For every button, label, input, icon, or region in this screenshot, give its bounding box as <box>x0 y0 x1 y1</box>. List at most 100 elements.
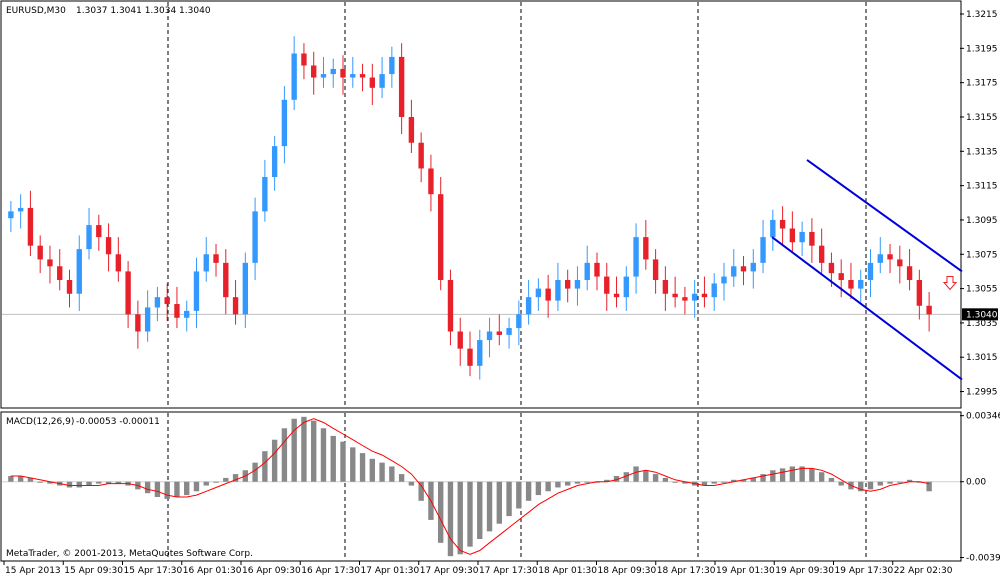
candle-body <box>8 211 14 219</box>
time-tick-label: 17 Apr 17:30 <box>479 566 538 576</box>
chart-canvas[interactable]: 1.3215 1.3195 1.3175 1.3155 1.3135 1.3115 1.30… <box>0 0 1000 576</box>
macd-bar <box>271 439 278 482</box>
price-tick-label: 1.3135 <box>966 147 998 157</box>
candle-body <box>564 280 571 289</box>
candle-body <box>17 207 24 212</box>
candle-body <box>291 53 297 100</box>
macd-bar <box>809 468 815 482</box>
price-tick-label: 1.3015 <box>966 353 998 363</box>
time-tick-label: 16 Apr 17:30 <box>301 566 360 576</box>
candle-body <box>418 142 424 169</box>
candle-body <box>203 254 209 272</box>
macd-bar <box>887 481 893 484</box>
candle-body <box>125 271 131 315</box>
candle-body <box>76 249 82 294</box>
candle-body <box>740 266 747 272</box>
price-tick-label: 1.3035 <box>966 319 998 329</box>
macd-bar <box>164 481 170 499</box>
candle-body <box>242 262 249 315</box>
candle-body <box>438 194 444 281</box>
time-tick-label: 19 Apr 17:30 <box>835 566 894 576</box>
candle-body <box>731 266 737 277</box>
macd-bar <box>818 472 825 482</box>
candle-body <box>691 293 698 301</box>
candle-body <box>135 314 141 332</box>
macd-bar <box>662 477 669 482</box>
macd-bar <box>535 481 542 496</box>
macd-bar <box>897 481 903 483</box>
candle-body <box>877 254 883 263</box>
macd-tick-label: -0.00397 <box>966 554 1000 564</box>
candle-body <box>574 280 581 289</box>
macd-bar <box>213 481 219 483</box>
price-tick-label: 1.3055 <box>966 285 998 295</box>
macd-bar <box>467 481 473 547</box>
time-tick-label: 15 Apr 2013 <box>5 566 61 576</box>
macd-bar <box>525 481 532 501</box>
macd-bar <box>652 474 659 482</box>
macd-bar <box>174 481 180 497</box>
candle-body <box>701 293 708 298</box>
price-tick-label: 1.3155 <box>966 113 998 123</box>
macd-bar <box>711 481 717 484</box>
copyright-notice: MetaTrader, © 2001-2013, MetaQuotes Soft… <box>6 549 253 559</box>
macd-bar <box>301 416 307 482</box>
macd-bar <box>262 451 268 482</box>
macd-bar <box>66 481 73 488</box>
candle-body <box>535 288 542 298</box>
candle-body <box>818 245 825 263</box>
candle-body <box>477 340 483 366</box>
macd-bar <box>389 466 395 482</box>
candle-body <box>213 254 219 263</box>
candle-body <box>516 314 522 329</box>
candle-body <box>486 331 493 341</box>
candle-body <box>545 288 551 301</box>
macd-bar <box>779 468 786 482</box>
macd-bar <box>633 466 639 482</box>
price-tick-label: 1.3115 <box>966 182 998 192</box>
candle-body <box>164 297 170 305</box>
candle-body <box>115 254 122 272</box>
candle-body <box>760 237 766 263</box>
price-tick-label: 1.3095 <box>966 216 998 226</box>
macd-bar <box>672 481 678 483</box>
macd-indicator-name: MACD(12,26,9) <box>6 417 74 427</box>
candle-body <box>398 56 405 117</box>
time-tick-label: 18 Apr 01:30 <box>538 566 597 576</box>
candle-body <box>887 254 893 260</box>
candle-body <box>27 207 34 246</box>
price-tick-label: 1.3075 <box>966 250 998 260</box>
candle-body <box>232 297 239 315</box>
chart-window[interactable]: 1.3215 1.3195 1.3175 1.3155 1.3135 1.3115 1.30… <box>0 0 1000 576</box>
candle-body <box>652 259 659 281</box>
macd-bar <box>877 481 883 486</box>
candle-body <box>311 65 317 78</box>
macd-bar <box>418 481 424 501</box>
macd-tick-label: 0.00346 <box>966 412 1000 422</box>
macd-bar <box>144 481 151 494</box>
candle-body <box>457 331 463 349</box>
price-tick-label: 1.2995 <box>966 388 998 398</box>
candle-body <box>47 259 53 267</box>
macd-bar <box>867 481 874 490</box>
candle-body <box>447 280 454 332</box>
candle-body <box>340 68 346 78</box>
macd-bar <box>37 481 43 483</box>
macd-bar <box>574 481 581 484</box>
candle-body <box>721 276 727 284</box>
candle-body <box>897 259 903 267</box>
macd-bar <box>359 453 366 482</box>
macd-bar <box>516 481 522 509</box>
candle-body <box>789 228 796 243</box>
macd-bar <box>193 481 200 492</box>
ohlc-values: 1.3037 1.3041 1.3034 1.3040 <box>76 6 211 16</box>
macd-bar <box>457 481 463 555</box>
candle-body <box>643 237 649 260</box>
candle-body <box>799 231 805 243</box>
candle-body <box>496 331 502 335</box>
candle-body <box>838 273 844 281</box>
time-tick-label: 17 Apr 01:30 <box>361 566 420 576</box>
candle-body <box>281 99 288 147</box>
candle-body <box>779 219 786 229</box>
candle-body <box>858 280 864 289</box>
